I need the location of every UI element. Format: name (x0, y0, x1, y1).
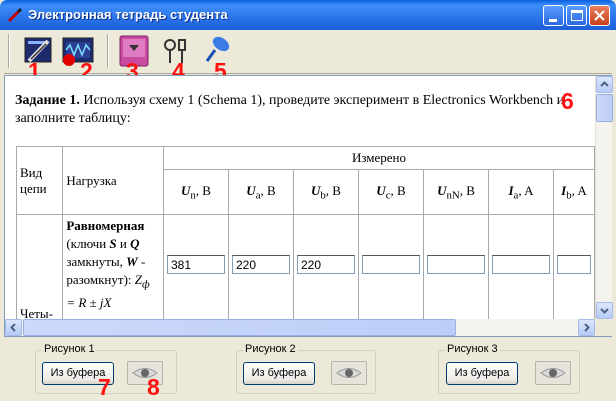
vertical-scroll-thumb[interactable] (596, 94, 613, 122)
cell-ub (292, 214, 359, 319)
header-uc: Uc, В (357, 169, 424, 215)
from-buffer-button-3[interactable]: Из буфера (446, 362, 518, 385)
measurement-table: Вид цепи Нагрузка Измерено Un, В Ua, В U… (15, 146, 595, 319)
toolbar-separator (8, 34, 10, 68)
title-bar: Электронная тетрадь студента (0, 0, 616, 30)
pencil-icon (7, 7, 23, 23)
task-label: Задание 1. (15, 93, 80, 108)
eye-icon (540, 368, 566, 378)
pictures-panel: Рисунок 1 Из буфера Рисунок 2 Из буфера … (4, 338, 612, 400)
cell-ua (227, 214, 294, 319)
marker-7: 7 (98, 374, 111, 400)
value-ub-input[interactable] (296, 255, 355, 274)
close-button[interactable] (589, 5, 610, 26)
cell-unn (422, 214, 489, 319)
horizontal-scroll-thumb[interactable] (23, 319, 456, 336)
value-uc-input[interactable] (361, 255, 420, 274)
header-ib: Ib, A (552, 169, 595, 215)
cell-uc (357, 214, 424, 319)
task-body: Используя схему 1 (Schema 1), проведите … (15, 93, 565, 126)
value-unn-input[interactable] (426, 255, 485, 274)
chevron-left-icon (10, 323, 16, 332)
record-dot-icon (63, 54, 75, 66)
header-ua: Ua, В (227, 169, 294, 215)
picture-group-1-label: Рисунок 1 (42, 343, 97, 355)
close-icon (594, 10, 605, 21)
header-ia: Ia, A (487, 169, 554, 215)
chevron-up-icon (600, 81, 609, 87)
header-load: Нагрузка (62, 146, 164, 215)
scroll-down-button[interactable] (596, 302, 613, 319)
view-picture-3-button[interactable] (535, 361, 571, 385)
header-ub: Ub, В (292, 169, 359, 215)
maximize-button[interactable] (566, 5, 587, 26)
marker-6: 6 (561, 88, 574, 114)
vertical-scrollbar[interactable] (595, 76, 613, 319)
horizontal-scrollbar[interactable] (5, 319, 595, 336)
minimize-button[interactable] (543, 5, 564, 26)
row-type: Четы- (15, 214, 64, 319)
header-type: Вид цепи (15, 146, 64, 215)
scroll-right-button[interactable] (578, 319, 595, 336)
scroll-up-button[interactable] (596, 76, 613, 93)
task-text: Задание 1. Используя схему 1 (Schema 1),… (15, 92, 575, 128)
row-load: Равномерная (ключи S и Q замкнуты, W - р… (62, 214, 164, 319)
document-area[interactable]: Задание 1. Используя схему 1 (Schema 1),… (5, 76, 595, 319)
scroll-left-button[interactable] (5, 319, 22, 336)
from-buffer-button-2[interactable]: Из буфера (243, 362, 315, 385)
document-frame: Задание 1. Используя схему 1 (Schema 1),… (4, 75, 613, 337)
picture-group-3-label: Рисунок 3 (445, 343, 500, 355)
scrollbar-corner (595, 319, 612, 336)
header-measured: Измерено (162, 146, 595, 170)
picture-group-2: Рисунок 2 Из буфера (236, 343, 376, 394)
chevron-down-icon (600, 308, 609, 314)
chevron-right-icon (584, 323, 590, 332)
toolbar: 1 2 3 4 5 (4, 30, 612, 84)
cell-ia (487, 214, 554, 319)
cell-ib (552, 214, 595, 319)
toolbar-separator (107, 34, 109, 68)
cell-un (162, 214, 229, 319)
value-ia-input[interactable] (491, 255, 550, 274)
picture-group-2-label: Рисунок 2 (243, 343, 298, 355)
eye-icon (336, 368, 362, 378)
window-title: Электронная тетрадь студента (28, 7, 228, 22)
picture-group-3: Рисунок 3 Из буфера (438, 343, 580, 394)
header-un: Un, В (162, 169, 229, 215)
value-ib-input[interactable] (556, 255, 591, 274)
value-un-input[interactable] (166, 255, 225, 274)
marker-8: 8 (147, 374, 160, 400)
header-unn: UnN, В (422, 169, 489, 215)
view-picture-2-button[interactable] (331, 361, 367, 385)
value-ua-input[interactable] (231, 255, 290, 274)
